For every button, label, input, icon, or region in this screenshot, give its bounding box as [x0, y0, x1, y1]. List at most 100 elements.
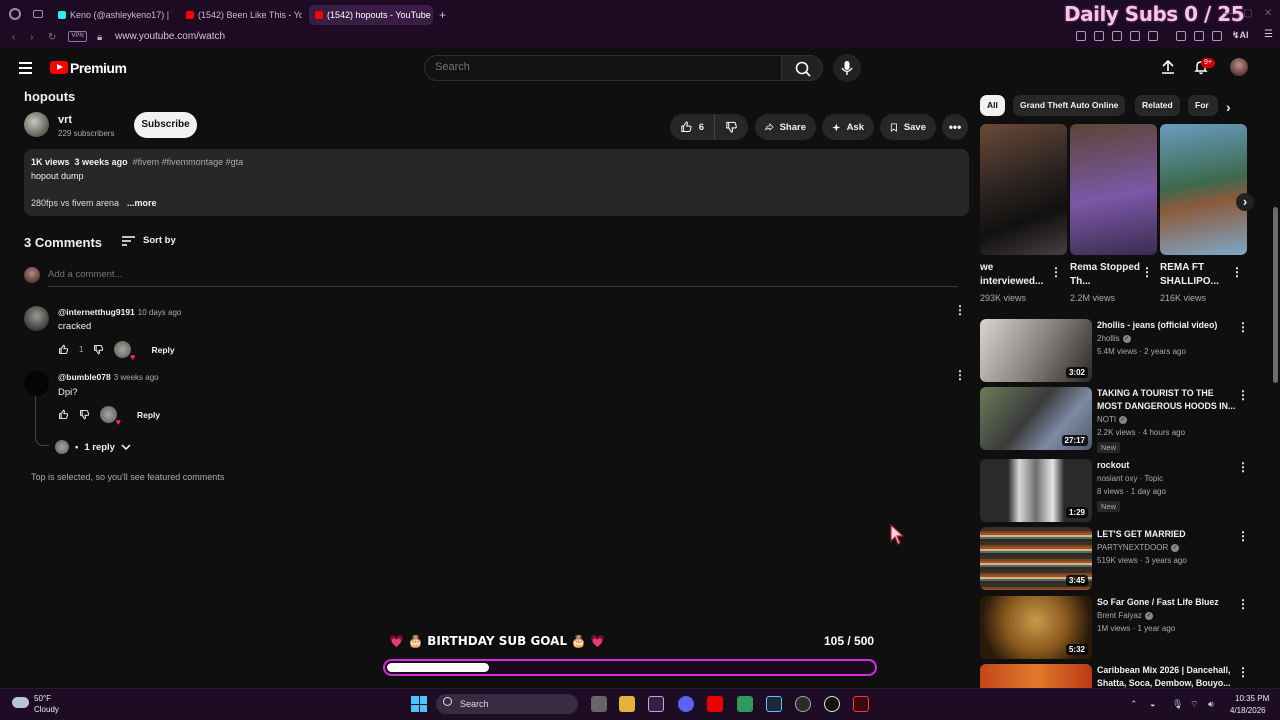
- short-menu-icon[interactable]: ⋮: [1050, 265, 1062, 279]
- youtube-app-icon[interactable]: [707, 696, 723, 712]
- ask-button[interactable]: Ask: [822, 114, 874, 140]
- video-thumbnail[interactable]: 1:29: [980, 459, 1092, 522]
- channel-name[interactable]: NOTI: [1097, 415, 1116, 424]
- thumbs-up-icon[interactable]: [58, 344, 69, 355]
- cloudy-weather-icon[interactable]: [12, 697, 29, 708]
- subscribe-button[interactable]: Subscribe: [134, 112, 197, 138]
- sort-by-button[interactable]: Sort by: [122, 235, 176, 246]
- tray-chevron-icon[interactable]: ⌃: [1130, 699, 1138, 710]
- opera-gx-icon[interactable]: [648, 696, 664, 712]
- dislike-button[interactable]: [714, 114, 748, 140]
- account-avatar[interactable]: [1230, 58, 1248, 76]
- short-thumbnail[interactable]: [980, 124, 1067, 255]
- video-channel[interactable]: Brent Faiyaz ✓: [1097, 611, 1153, 620]
- adobe-icon[interactable]: [853, 696, 869, 712]
- video-menu-icon[interactable]: ⋮: [1237, 529, 1249, 543]
- extension-icon[interactable]: [1194, 31, 1204, 41]
- hashtags[interactable]: #fivem #fivemmontage #gta: [133, 157, 244, 167]
- upload-icon[interactable]: [1160, 59, 1176, 75]
- back-icon[interactable]: ‹: [12, 32, 15, 43]
- hamburger-menu-icon[interactable]: [19, 62, 32, 74]
- network-icon[interactable]: ◒: [1150, 699, 1155, 709]
- save-button[interactable]: Save: [880, 114, 936, 140]
- menu-icon[interactable]: ☰: [1264, 29, 1273, 40]
- video-thumbnail[interactable]: 5:32: [980, 596, 1092, 659]
- comment-menu-icon[interactable]: ⋮: [954, 368, 966, 382]
- extension-icon[interactable]: [1176, 31, 1186, 41]
- video-title[interactable]: Caribbean Mix 2026 | Dancehall, Shatta, …: [1097, 664, 1237, 688]
- url-field[interactable]: www.youtube.com/watch: [115, 31, 225, 42]
- comment-author-handle[interactable]: @bumble078: [58, 372, 111, 382]
- video-menu-icon[interactable]: ⋮: [1237, 665, 1249, 679]
- add-comment-input[interactable]: [48, 269, 958, 287]
- minimize-icon[interactable]: —: [1222, 8, 1232, 19]
- share-button[interactable]: Share: [755, 114, 816, 140]
- taskbar-search-label[interactable]: Search: [460, 699, 489, 709]
- like-button[interactable]: 6: [670, 114, 714, 140]
- reply-button[interactable]: Reply: [137, 410, 160, 420]
- search-box[interactable]: [424, 55, 782, 81]
- short-thumbnail[interactable]: [1160, 124, 1247, 255]
- taskbar-date[interactable]: 4/18/2026: [1230, 706, 1266, 715]
- more-actions-button[interactable]: •••: [942, 114, 968, 140]
- extension-icon[interactable]: [1076, 31, 1086, 41]
- taskbar-search-box[interactable]: [436, 694, 578, 714]
- new-tab-button[interactable]: +: [439, 8, 446, 22]
- sidebar-toggle-icon[interactable]: [33, 10, 43, 18]
- tab-youtube-hopouts[interactable]: (1542) hopouts - YouTube: [309, 5, 433, 25]
- file-explorer-icon[interactable]: [619, 696, 635, 712]
- short-thumbnail[interactable]: [1070, 124, 1157, 255]
- channel-name[interactable]: vrt: [58, 114, 72, 126]
- youtube-premium-logo[interactable]: Premium: [70, 60, 127, 76]
- comment-menu-icon[interactable]: ⋮: [954, 303, 966, 317]
- browser-logo-icon[interactable]: [9, 8, 21, 20]
- video-menu-icon[interactable]: ⋮: [1237, 320, 1249, 334]
- video-menu-icon[interactable]: ⋮: [1237, 460, 1249, 474]
- extension-icon[interactable]: [1094, 31, 1104, 41]
- logitech-icon[interactable]: [824, 696, 840, 712]
- short-title[interactable]: Rema Stopped Th...: [1070, 261, 1145, 289]
- vpn-badge[interactable]: VPN: [68, 31, 87, 42]
- short-title[interactable]: REMA FT SHALLIPO...: [1160, 261, 1235, 289]
- short-menu-icon[interactable]: ⋮: [1231, 265, 1243, 279]
- channel-avatar[interactable]: [24, 112, 49, 137]
- download-icon[interactable]: [1212, 31, 1222, 41]
- video-title[interactable]: LET'S GET MARRIED: [1097, 528, 1237, 541]
- channel-name[interactable]: PARTYNEXTDOOR: [1097, 543, 1168, 552]
- video-thumbnail[interactable]: 27:17: [980, 387, 1092, 450]
- video-title[interactable]: TAKING A TOURIST TO THE MOST DANGEROUS H…: [1097, 387, 1237, 413]
- video-channel[interactable]: 2hollis ✓: [1097, 334, 1131, 343]
- tab-youtube-been-like-this[interactable]: (1542) Been Like This - Yo: [180, 5, 302, 25]
- chip-all[interactable]: All: [980, 95, 1005, 116]
- video-title[interactable]: rockout: [1097, 459, 1237, 472]
- extension-icon[interactable]: [1130, 31, 1140, 41]
- tab-tiktok[interactable]: Keno (@ashleykeno17) | T: [52, 5, 172, 25]
- extension-icon[interactable]: [1148, 31, 1158, 41]
- video-thumbnail[interactable]: 3:45: [980, 527, 1092, 590]
- reply-button[interactable]: Reply: [151, 345, 174, 355]
- comment-author[interactable]: @internetthug9191 10 days ago: [58, 307, 181, 317]
- chip-gta-online[interactable]: Grand Theft Auto Online: [1013, 95, 1126, 116]
- video-menu-icon[interactable]: ⋮: [1237, 388, 1249, 402]
- windows-start-icon[interactable]: [411, 696, 427, 712]
- youtube-logo-icon[interactable]: [50, 61, 68, 74]
- thumbs-down-icon[interactable]: [79, 409, 90, 420]
- chevron-right-icon[interactable]: ›: [1226, 99, 1231, 115]
- weather-condition[interactable]: Cloudy: [34, 705, 59, 714]
- close-icon[interactable]: ✕: [1264, 8, 1272, 19]
- weather-temperature[interactable]: 50°F: [34, 694, 51, 703]
- video-thumbnail[interactable]: 3:02: [980, 319, 1092, 382]
- video-channel[interactable]: PARTYNEXTDOOR ✓: [1097, 543, 1180, 552]
- volume-icon[interactable]: 🔊︎: [1208, 699, 1214, 710]
- video-thumbnail[interactable]: [980, 664, 1092, 688]
- chip-for-you[interactable]: For: [1188, 95, 1218, 116]
- task-view-icon[interactable]: [591, 696, 607, 712]
- video-menu-icon[interactable]: ⋮: [1237, 597, 1249, 611]
- commenter-avatar[interactable]: [24, 371, 49, 396]
- comment-author-handle[interactable]: @internetthug9191: [58, 307, 135, 317]
- taskbar-time[interactable]: 10:35 PM: [1235, 694, 1269, 703]
- chevron-right-icon[interactable]: ›: [1236, 193, 1254, 211]
- channel-name[interactable]: 2hollis: [1097, 334, 1120, 343]
- search-input[interactable]: [435, 61, 765, 73]
- steam-icon[interactable]: [766, 696, 782, 712]
